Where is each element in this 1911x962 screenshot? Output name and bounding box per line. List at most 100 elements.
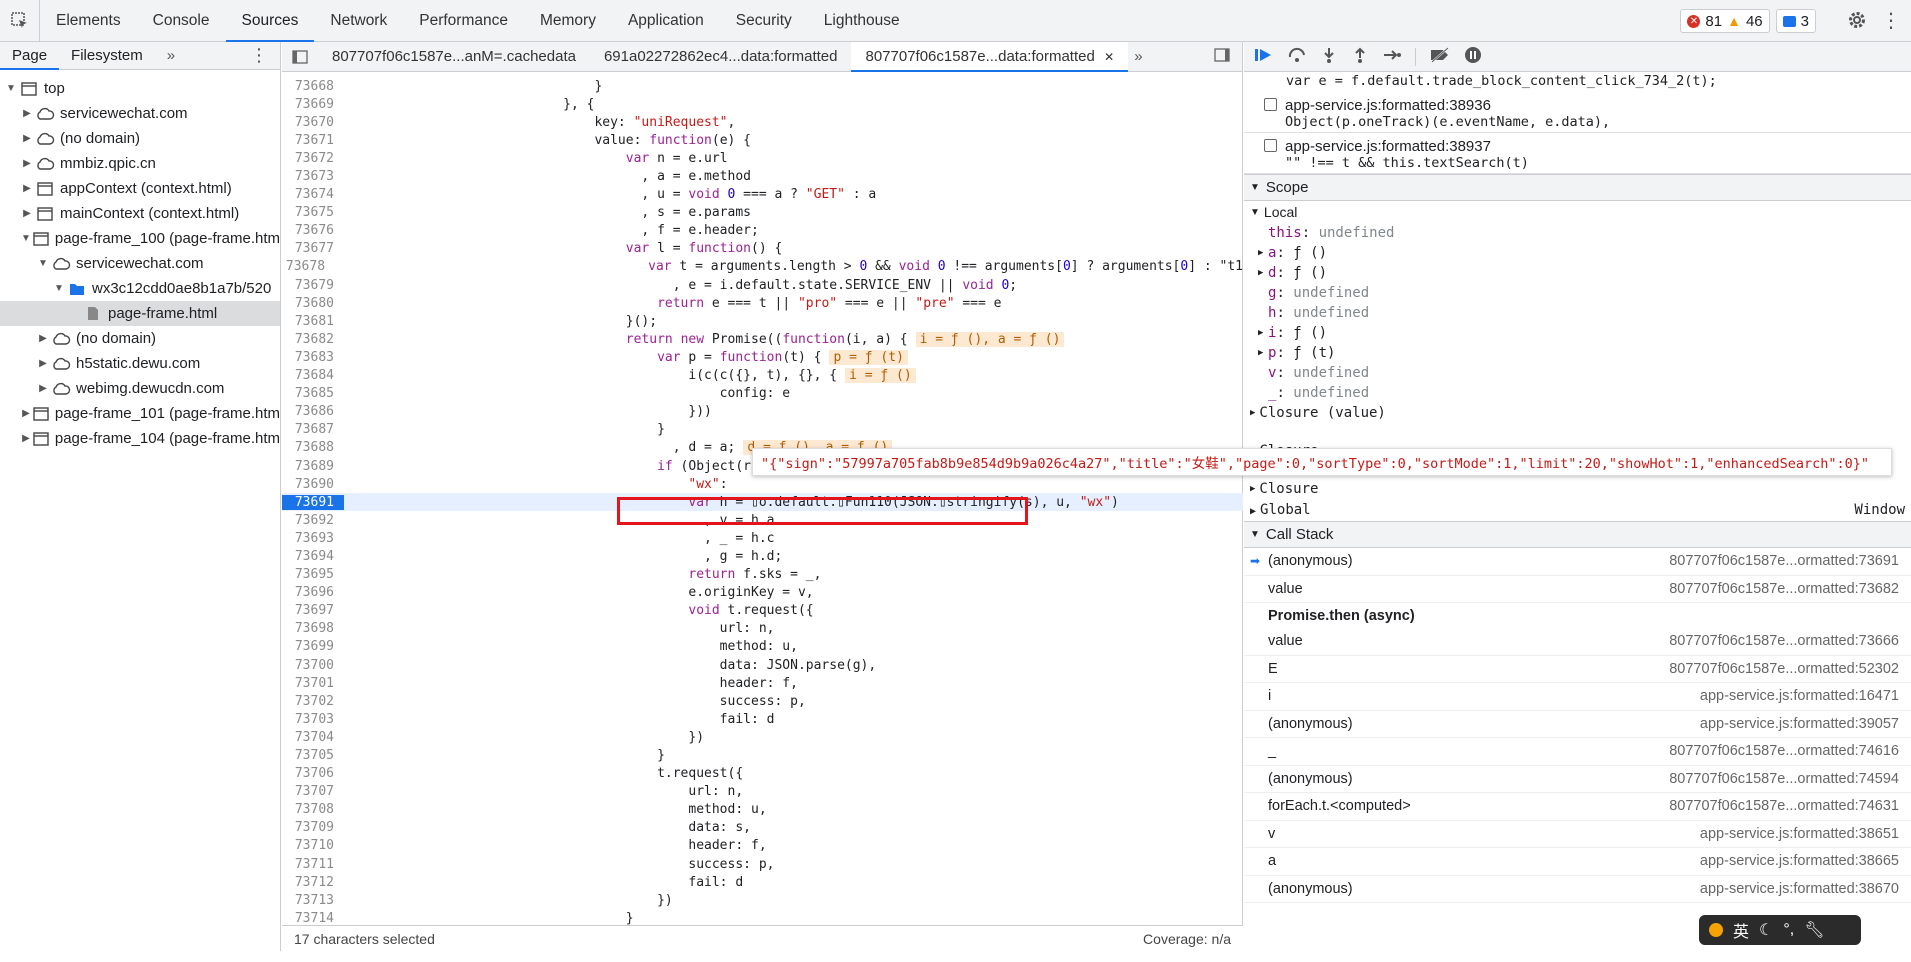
- line-number[interactable]: 73707: [282, 784, 344, 799]
- tab-security[interactable]: Security: [720, 0, 808, 42]
- code-line[interactable]: 73704 }): [282, 728, 1243, 746]
- scope-variable[interactable]: ▶p: ƒ (t): [1244, 343, 1911, 363]
- tree-item[interactable]: ▶page-frame_101 (page-frame.htm: [0, 401, 280, 426]
- code-line[interactable]: 73697 void t.request({: [282, 602, 1243, 620]
- scope-local[interactable]: ▼Local: [1244, 201, 1911, 223]
- line-number[interactable]: 73704: [282, 730, 344, 745]
- messages-counter[interactable]: 3: [1776, 9, 1816, 33]
- step-into-button[interactable]: [1320, 47, 1338, 67]
- closure-item[interactable]: ▶Closure: [1244, 479, 1911, 498]
- line-number[interactable]: 73670: [282, 115, 344, 130]
- tree-item[interactable]: page-frame.html: [0, 301, 280, 326]
- code-line[interactable]: 73708 method: u,: [282, 801, 1243, 819]
- tree-arrow-icon[interactable]: ▶: [36, 383, 50, 394]
- tree-arrow-icon[interactable]: ▶: [20, 408, 32, 419]
- line-number[interactable]: 73673: [282, 169, 344, 184]
- editor-tab[interactable]: 807707f06c1587e...data:formatted ✕: [851, 42, 1128, 72]
- tree-item[interactable]: ▶appContext (context.html): [0, 176, 280, 201]
- scope-global[interactable]: ▶GlobalWindow: [1244, 498, 1911, 521]
- tree-item[interactable]: ▶page-frame_104 (page-frame.htm: [0, 426, 280, 451]
- code-line[interactable]: 73681 }();: [282, 312, 1243, 330]
- line-number[interactable]: 73674: [282, 187, 344, 202]
- tab-filesystem[interactable]: Filesystem: [59, 42, 155, 70]
- tree-arrow-icon[interactable]: ▶: [20, 133, 34, 144]
- scope-variable[interactable]: g: undefined: [1244, 283, 1911, 303]
- tab-lighthouse[interactable]: Lighthouse: [808, 0, 916, 42]
- code-line[interactable]: 73677 var l = function() {: [282, 240, 1243, 258]
- line-number[interactable]: 73689: [282, 459, 344, 474]
- tree-item[interactable]: ▶(no domain): [0, 126, 280, 151]
- call-frame[interactable]: iapp-service.js:formatted:16471: [1244, 683, 1911, 711]
- tree-item[interactable]: ▶h5static.dewu.com: [0, 351, 280, 376]
- tab-console[interactable]: Console: [137, 0, 226, 42]
- tree-arrow-icon[interactable]: ▶: [20, 433, 32, 444]
- line-number[interactable]: 73671: [282, 133, 344, 148]
- scope-variable[interactable]: this: undefined: [1244, 223, 1911, 243]
- editor-tab[interactable]: 807707f06c1587e...anM=.cachedata: [318, 42, 590, 72]
- expand-arrow-icon[interactable]: ▶: [1258, 328, 1268, 338]
- call-frame[interactable]: (anonymous)807707f06c1587e...ormatted:74…: [1244, 766, 1911, 794]
- code-line[interactable]: 73706 t.request({: [282, 765, 1243, 783]
- call-frame[interactable]: (anonymous)app-service.js:formatted:3905…: [1244, 711, 1911, 739]
- code-line[interactable]: 73676 , f = e.header;: [282, 222, 1243, 240]
- code-line[interactable]: 73685 config: e: [282, 385, 1243, 403]
- tree-arrow-icon[interactable]: ▼: [20, 233, 32, 244]
- line-number[interactable]: 73701: [282, 676, 344, 691]
- step-over-button[interactable]: [1287, 47, 1307, 67]
- tree-arrow-icon[interactable]: ▼: [52, 283, 66, 294]
- pause-on-exceptions-button[interactable]: [1464, 46, 1482, 68]
- code-line[interactable]: 73693 , _ = h.c: [282, 529, 1243, 547]
- line-number[interactable]: 73709: [282, 820, 344, 835]
- tree-arrow-icon[interactable]: ▶: [36, 358, 50, 369]
- tree-item[interactable]: ▶servicewechat.com: [0, 101, 280, 126]
- call-frame[interactable]: ➡(anonymous)807707f06c1587e...ormatted:7…: [1244, 548, 1911, 576]
- code-line[interactable]: 73712 fail: d: [282, 873, 1243, 891]
- line-number[interactable]: 73669: [282, 97, 344, 112]
- code-line[interactable]: 73698 url: n,: [282, 620, 1243, 638]
- code-line[interactable]: 73695 return f.sks = _,: [282, 566, 1243, 584]
- scope-variable[interactable]: ▶d: ƒ (): [1244, 263, 1911, 283]
- tree-arrow-icon[interactable]: ▶: [20, 208, 34, 219]
- expand-arrow-icon[interactable]: ▶: [1250, 484, 1255, 494]
- expand-arrow-icon[interactable]: ▶: [1250, 408, 1255, 418]
- more-tabs-chevron-icon[interactable]: »: [155, 42, 187, 70]
- line-number[interactable]: 73697: [282, 603, 344, 618]
- line-number[interactable]: 73680: [282, 296, 344, 311]
- closure-item[interactable]: ▶Closure (value): [1244, 403, 1911, 422]
- tree-item[interactable]: ▶mainContext (context.html): [0, 201, 280, 226]
- scope-variable[interactable]: h: undefined: [1244, 303, 1911, 323]
- code-line[interactable]: 73684 i(c(c({}, t), {}, {i = ƒ (): [282, 367, 1243, 385]
- tree-item[interactable]: ▶webimg.dewucdn.com: [0, 376, 280, 401]
- tab-sources[interactable]: Sources: [226, 0, 315, 42]
- resume-button[interactable]: [1254, 47, 1274, 67]
- tree-arrow-icon[interactable]: ▶: [20, 183, 34, 194]
- line-number[interactable]: 73691: [282, 495, 344, 510]
- code-line[interactable]: 73682 return new Promise((function(i, a)…: [282, 330, 1243, 348]
- line-number[interactable]: 73695: [282, 567, 344, 582]
- callstack-header[interactable]: ▼Call Stack: [1244, 521, 1911, 548]
- deactivate-breakpoints-button[interactable]: [1429, 47, 1451, 67]
- close-icon[interactable]: ✕: [1101, 50, 1114, 64]
- expand-arrow-icon[interactable]: ▶: [1258, 248, 1268, 258]
- line-number[interactable]: 73702: [282, 694, 344, 709]
- code-line[interactable]: 73668 }: [282, 77, 1243, 95]
- code-line[interactable]: 73709 data: s,: [282, 819, 1243, 837]
- code-line[interactable]: 73705 }: [282, 746, 1243, 764]
- line-number[interactable]: 73688: [282, 440, 344, 455]
- breakpoint-checkbox[interactable]: [1264, 98, 1277, 111]
- tree-item[interactable]: ▼servicewechat.com: [0, 251, 280, 276]
- line-number[interactable]: 73699: [282, 639, 344, 654]
- line-number[interactable]: 73679: [282, 278, 344, 293]
- tree-arrow-icon[interactable]: ▶: [20, 158, 34, 169]
- code-line[interactable]: 73707 url: n,: [282, 783, 1243, 801]
- line-number[interactable]: 73693: [282, 531, 344, 546]
- code-line[interactable]: 73683 var p = function(t) {p = ƒ (t): [282, 348, 1243, 366]
- line-number[interactable]: 73711: [282, 857, 344, 872]
- line-number[interactable]: 73684: [282, 368, 344, 383]
- expand-arrow-icon[interactable]: ▶: [1258, 268, 1268, 278]
- scope-variable[interactable]: v: undefined: [1244, 363, 1911, 383]
- code-line[interactable]: 73687 }: [282, 421, 1243, 439]
- expand-arrow-icon[interactable]: [1258, 388, 1268, 398]
- line-number[interactable]: 73696: [282, 585, 344, 600]
- breakpoint-checkbox[interactable]: [1264, 139, 1277, 152]
